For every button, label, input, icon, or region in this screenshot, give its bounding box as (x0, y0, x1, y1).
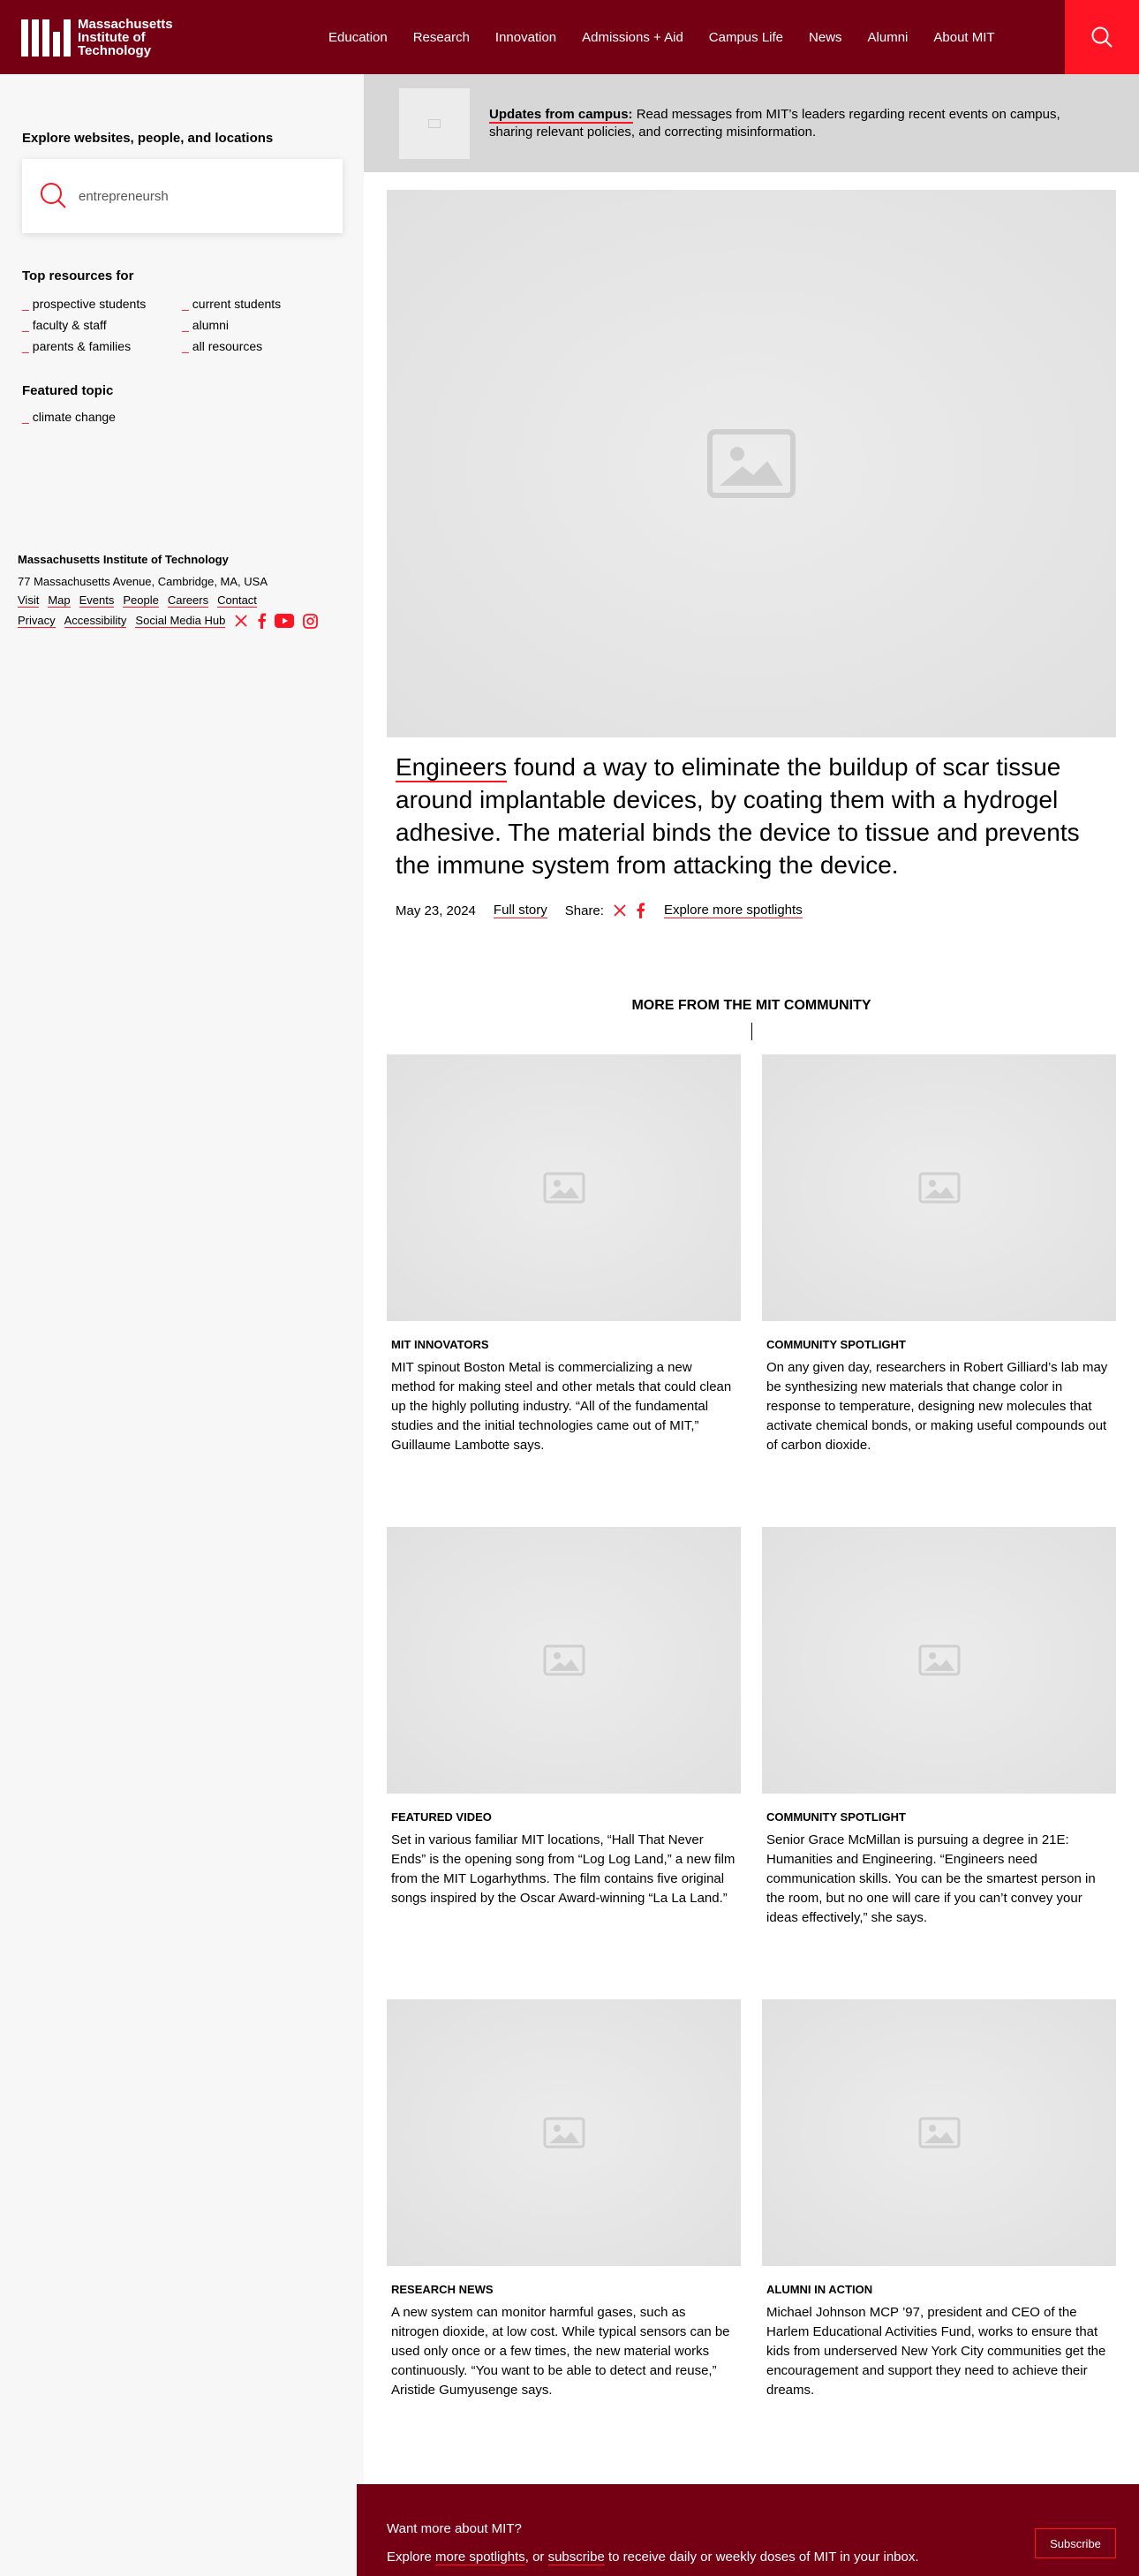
site-footer-info: Massachusetts Institute of Technology 77… (18, 553, 353, 629)
sidebar-search-input[interactable] (79, 182, 326, 210)
alert-thumbnail (399, 88, 470, 159)
nav-news[interactable]: News (809, 30, 842, 45)
facebook-icon[interactable] (257, 613, 267, 629)
sidebar: Explore websites, people, and locations … (0, 74, 364, 2576)
image-placeholder-icon (543, 2117, 585, 2149)
resource-link-alumni[interactable]: _ alumni (182, 318, 229, 332)
section-divider (751, 1023, 752, 1040)
newsletter-footer: Want more about MIT? Explore more spotli… (357, 2484, 1139, 2576)
sidebar-title: Explore websites, people, and locations (22, 131, 274, 146)
card-category: COMMUNITY SPOTLIGHT (766, 1810, 906, 1824)
resource-link-faculty[interactable]: _ faculty & staff (22, 318, 107, 332)
card-image[interactable] (387, 1054, 741, 1321)
footer-link-map[interactable]: Map (48, 593, 71, 608)
mit-logo[interactable]: Massachusetts Institute of Technology (21, 18, 184, 57)
resource-link-current[interactable]: _ current students (182, 297, 281, 311)
footer-links: Visit Map Events People Careers Contact (18, 593, 353, 608)
nav-innovation[interactable]: Innovation (495, 30, 556, 45)
explore-spotlights-link[interactable]: Explore more spotlights (663, 903, 803, 918)
more-spotlights-link[interactable]: more spotlights (435, 2550, 525, 2565)
footer-links-secondary: Privacy Accessibility Social Media Hub (18, 613, 353, 629)
card-description[interactable]: On any given day, researchers in Robert … (766, 1358, 1111, 1455)
card-image[interactable] (762, 1999, 1116, 2266)
nav-research[interactable]: Research (413, 30, 470, 45)
footer-link-social-hub[interactable]: Social Media Hub (135, 614, 226, 628)
campus-alert-banner: Updates from campus: Read messages from … (364, 74, 1139, 172)
image-placeholder-icon (918, 1644, 960, 1676)
footer-link-careers[interactable]: Careers (167, 593, 209, 608)
image-placeholder-icon (543, 1644, 585, 1676)
x-icon[interactable] (613, 903, 627, 918)
newsletter-question: Want more about MIT? (387, 2521, 522, 2536)
hero-date: May 23, 2024 (396, 903, 476, 918)
resources-heading: Top resources for (22, 268, 134, 283)
footer-address: 77 Massachusetts Avenue, Cambridge, MA, … (18, 575, 268, 588)
featured-topic-link[interactable]: _ climate change (22, 410, 116, 424)
header-search-button[interactable] (1065, 0, 1139, 74)
nav-campus-life[interactable]: Campus Life (709, 30, 783, 45)
card-category: ALUMNI IN ACTION (766, 2283, 873, 2296)
card-category: RESEARCH NEWS (391, 2283, 494, 2296)
card-image[interactable] (762, 1054, 1116, 1321)
card-category: FEATURED VIDEO (391, 1810, 492, 1824)
full-story-link[interactable]: Full story (493, 903, 547, 918)
card-description[interactable]: MIT spinout Boston Metal is commercializ… (391, 1358, 735, 1455)
hero-image (387, 190, 1116, 737)
image-placeholder-icon (428, 119, 441, 128)
youtube-icon[interactable] (275, 614, 295, 628)
footer-link-privacy[interactable]: Privacy (18, 614, 56, 628)
nav-about[interactable]: About MIT (933, 30, 994, 45)
footer-institution-name: Massachusetts Institute of Technology (18, 553, 229, 566)
footer-link-accessibility[interactable]: Accessibility (64, 614, 127, 628)
card-image[interactable] (387, 1527, 741, 1794)
footer-link-events[interactable]: Events (79, 593, 115, 608)
nav-alumni[interactable]: Alumni (868, 30, 909, 45)
card-image[interactable] (387, 1999, 741, 2266)
subscribe-link[interactable]: subscribe (547, 2550, 605, 2565)
footer-link-people[interactable]: People (123, 593, 159, 608)
search-icon (1091, 26, 1113, 48)
card-image[interactable] (762, 1527, 1116, 1794)
more-section-title: MORE FROM THE MIT COMMUNITY (631, 998, 871, 1013)
sidebar-search-box (22, 159, 343, 233)
nav-education[interactable]: Education (328, 30, 388, 45)
facebook-icon[interactable] (636, 903, 645, 918)
x-icon[interactable] (234, 614, 248, 628)
nav-admissions[interactable]: Admissions + Aid (582, 30, 683, 45)
alert-link[interactable]: Updates from campus: (489, 107, 633, 124)
instagram-icon[interactable] (303, 613, 319, 629)
footer-link-contact[interactable]: Contact (217, 593, 257, 608)
logo-text: Massachusetts Institute of Technology (78, 17, 173, 58)
alert-text: Updates from campus: Read messages from … (489, 107, 1060, 140)
featured-heading: Featured topic (22, 383, 114, 398)
card-description[interactable]: Michael Johnson MCP ’97, president and C… (766, 2303, 1111, 2400)
hero-keyword-link[interactable]: Engineers (396, 753, 508, 782)
main-nav: Education Research Innovation Admissions… (328, 0, 1021, 74)
newsletter-text: Explore more spotlights, or subscribe to… (387, 2550, 919, 2565)
card-category: MIT INNOVATORS (391, 1338, 489, 1351)
image-placeholder-icon (707, 429, 796, 498)
card-description[interactable]: Senior Grace McMillan is pursuing a degr… (766, 1831, 1111, 1928)
image-placeholder-icon (918, 2117, 960, 2149)
resource-link-prospective[interactable]: _ prospective students (22, 297, 146, 311)
image-placeholder-icon (543, 1172, 585, 1204)
resource-link-all[interactable]: _ all resources (182, 339, 262, 353)
card-category: COMMUNITY SPOTLIGHT (766, 1338, 906, 1351)
share-label: Share: (564, 903, 604, 918)
subscribe-button[interactable]: Subscribe (1035, 2528, 1116, 2558)
search-icon (41, 183, 66, 208)
image-placeholder-icon (918, 1172, 960, 1204)
mit-logo-mark (21, 19, 71, 57)
resource-link-parents[interactable]: _ parents & families (22, 339, 131, 353)
hero-caption: Engineers found a way to eliminate the b… (396, 753, 1080, 879)
footer-link-visit[interactable]: Visit (18, 593, 40, 608)
hero-meta: May 23, 2024 Full story Share: Explore m… (396, 903, 803, 918)
site-header: Massachusetts Institute of Technology Ed… (0, 0, 1139, 74)
card-description[interactable]: Set in various familiar MIT locations, “… (391, 1831, 735, 1908)
card-description[interactable]: A new system can monitor harmful gases, … (391, 2303, 735, 2400)
